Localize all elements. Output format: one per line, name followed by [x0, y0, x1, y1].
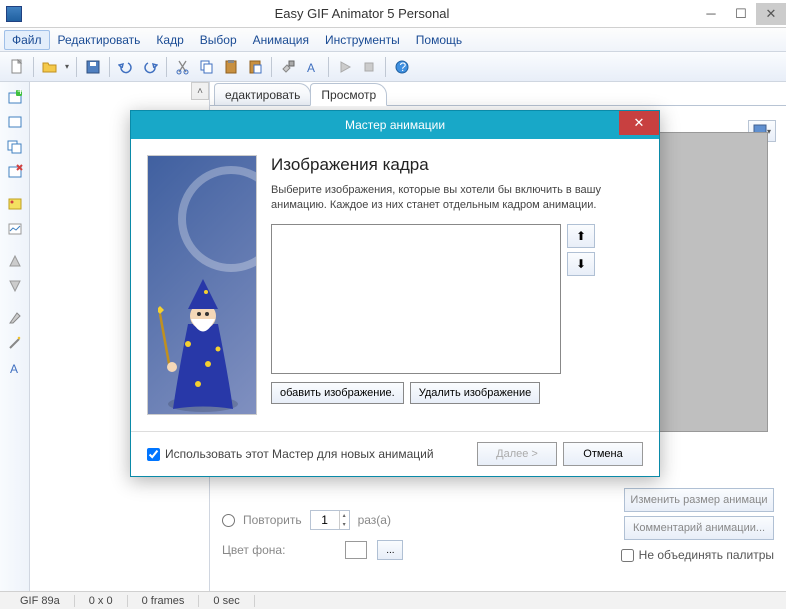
- resize-animation-button[interactable]: Изменить размер анимаци: [624, 488, 774, 512]
- play-icon[interactable]: [334, 56, 356, 78]
- bgcolor-swatch[interactable]: [345, 541, 367, 559]
- status-bar: GIF 89a 0 x 0 0 frames 0 sec: [0, 591, 786, 609]
- menu-edit[interactable]: Редактировать: [50, 30, 149, 50]
- status-time: 0 sec: [199, 595, 254, 607]
- next-button[interactable]: Далее >: [477, 442, 557, 466]
- delete-image-button[interactable]: Удалить изображение: [410, 382, 541, 404]
- dialog-titlebar[interactable]: Мастер анимации ✕: [131, 111, 659, 139]
- content-tabs: едактировать Просмотр: [210, 82, 786, 106]
- status-size: 0 x 0: [75, 595, 128, 607]
- add-frame-icon[interactable]: +: [4, 86, 26, 108]
- svg-text:+: +: [17, 89, 23, 98]
- add-image-button[interactable]: обавить изображение.: [271, 382, 404, 404]
- window-close-button[interactable]: ✕: [756, 3, 786, 25]
- repeat-value[interactable]: [311, 511, 339, 529]
- status-frames: 0 frames: [128, 595, 200, 607]
- menu-animation[interactable]: Анимация: [245, 30, 317, 50]
- paste-icon[interactable]: [220, 56, 242, 78]
- merge-palettes-checkbox[interactable]: [621, 549, 634, 562]
- image-props-icon[interactable]: [4, 218, 26, 240]
- delete-frame-icon[interactable]: [4, 161, 26, 183]
- properties-icon[interactable]: [277, 56, 299, 78]
- repeat-spinner[interactable]: ▴▾: [310, 510, 350, 530]
- tab-preview[interactable]: Просмотр: [310, 83, 387, 106]
- cancel-button[interactable]: Отмена: [563, 442, 643, 466]
- dialog-description: Выберите изображения, которые вы хотели …: [271, 183, 643, 214]
- app-icon: [6, 6, 22, 22]
- stop-icon[interactable]: [358, 56, 380, 78]
- move-down-icon[interactable]: [4, 275, 26, 297]
- svg-text:?: ?: [400, 60, 407, 74]
- use-wizard-label: Использовать этот Мастер для новых анима…: [165, 447, 434, 461]
- images-listbox[interactable]: [271, 224, 561, 374]
- tool-a-icon[interactable]: [4, 307, 26, 329]
- text-icon[interactable]: A: [4, 357, 26, 379]
- minimize-button[interactable]: ─: [696, 3, 726, 25]
- wizard-image: [147, 155, 257, 415]
- maximize-button[interactable]: ☐: [726, 3, 756, 25]
- use-wizard-checkbox[interactable]: [147, 448, 160, 461]
- status-format: GIF 89a: [6, 595, 75, 607]
- menu-file[interactable]: Файл: [4, 30, 50, 50]
- new-file-icon[interactable]: [6, 56, 28, 78]
- copy-icon[interactable]: [196, 56, 218, 78]
- undo-icon[interactable]: [115, 56, 137, 78]
- save-icon[interactable]: [82, 56, 104, 78]
- menu-frame[interactable]: Кадр: [148, 30, 191, 50]
- move-image-down-button[interactable]: ⬇: [567, 252, 595, 276]
- wizard-dialog: Мастер анимации ✕ Изображения кадра Выбе…: [130, 110, 660, 477]
- frames-scroll-up[interactable]: ˄: [191, 82, 209, 100]
- cut-icon[interactable]: [172, 56, 194, 78]
- menu-help[interactable]: Помощь: [408, 30, 470, 50]
- redo-icon[interactable]: [139, 56, 161, 78]
- dialog-close-button[interactable]: ✕: [619, 111, 659, 135]
- times-label: раз(а): [358, 513, 391, 527]
- menu-tools[interactable]: Инструменты: [317, 30, 408, 50]
- open-dropdown[interactable]: ▾: [63, 62, 71, 71]
- spin-down[interactable]: ▾: [339, 520, 349, 529]
- spin-up[interactable]: ▴: [339, 511, 349, 520]
- main-toolbar: ▾ A ?: [0, 52, 786, 82]
- svg-text:A: A: [307, 61, 315, 75]
- menu-select[interactable]: Выбор: [192, 30, 245, 50]
- bgcolor-label: Цвет фона:: [222, 543, 285, 557]
- move-up-icon[interactable]: [4, 250, 26, 272]
- bgcolor-browse-button[interactable]: ...: [377, 540, 403, 560]
- insert-frame-icon[interactable]: [4, 111, 26, 133]
- menu-bar: Файл Редактировать Кадр Выбор Анимация И…: [0, 28, 786, 52]
- help-icon[interactable]: ?: [391, 56, 413, 78]
- repeat-label: Повторить: [243, 513, 302, 527]
- dialog-heading: Изображения кадра: [271, 155, 643, 175]
- merge-palettes-label: Не объединять палитры: [639, 548, 774, 562]
- duplicate-frame-icon[interactable]: [4, 136, 26, 158]
- move-image-up-button[interactable]: ⬆: [567, 224, 595, 248]
- animation-comment-button[interactable]: Комментарий анимации...: [624, 516, 774, 540]
- svg-text:A: A: [10, 362, 18, 376]
- paste-special-icon[interactable]: [244, 56, 266, 78]
- side-toolbar: + A: [0, 82, 30, 591]
- text-tool-icon[interactable]: A: [301, 56, 323, 78]
- window-title: Easy GIF Animator 5 Personal: [28, 6, 696, 21]
- dialog-title: Мастер анимации: [345, 118, 445, 132]
- open-folder-icon[interactable]: [39, 56, 61, 78]
- effects-icon[interactable]: [4, 193, 26, 215]
- window-titlebar: Easy GIF Animator 5 Personal ─ ☐ ✕: [0, 0, 786, 28]
- repeat-radio[interactable]: [222, 514, 235, 527]
- tab-edit[interactable]: едактировать: [214, 83, 311, 105]
- wand-icon[interactable]: [4, 332, 26, 354]
